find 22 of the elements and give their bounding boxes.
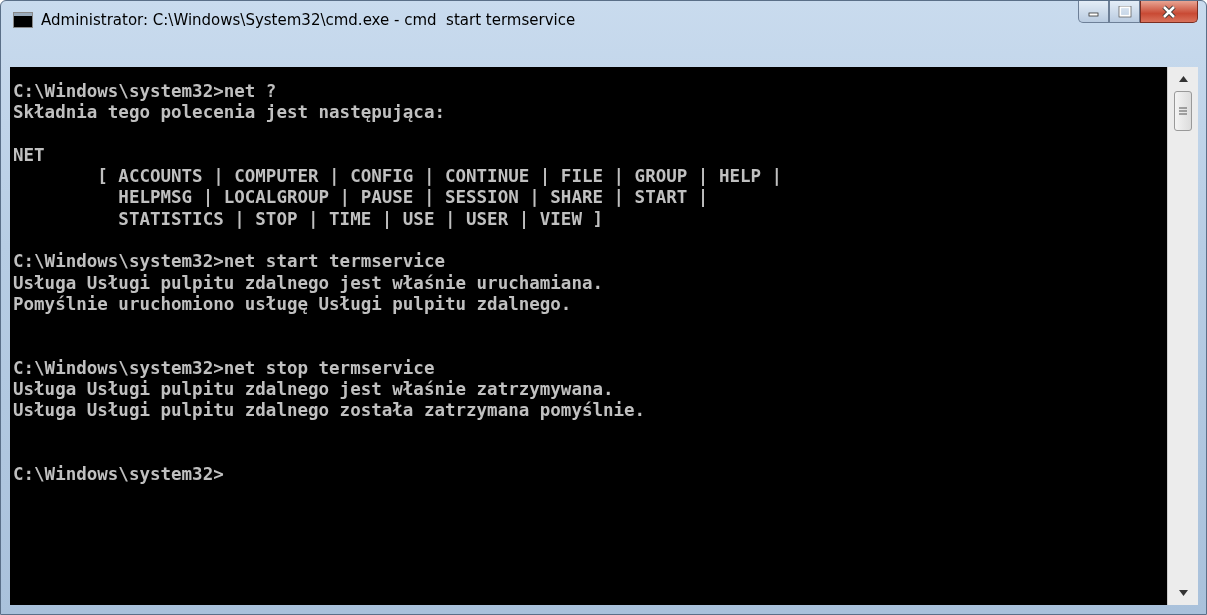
console-line: NET: [13, 144, 45, 165]
console-line: Pomyślnie uruchomiono usługę Usługi pulpitu zdalnego.: [13, 293, 572, 314]
close-button[interactable]: [1140, 1, 1198, 23]
maximize-icon: [1117, 5, 1132, 18]
scroll-thumb[interactable]: [1174, 91, 1192, 131]
console-line: C:\Windows\system32>net stop termservice: [13, 357, 435, 378]
console-line: STATISTICS | STOP | TIME | USE | USER | VIEW ]: [117, 208, 603, 229]
console-line: HELPMSG | LOCALGROUP | PAUSE | SESSION | SHARE | START |: [117, 187, 709, 208]
console-line: C:\Windows\system32>net start termservice: [13, 251, 445, 272]
console-line: C:\Windows\system32>net ?: [13, 81, 277, 101]
close-icon: [1161, 4, 1177, 19]
console-icon: [13, 12, 33, 28]
maximize-button[interactable]: [1109, 1, 1140, 23]
console-line: Usługa Usługi pulpitu zdalnego jest właśnie uruchamiana.: [13, 272, 603, 293]
console-line: C:\Windows\system32>: [13, 464, 224, 485]
console-line: Usługa Usługi pulpitu zdalnego jest właśnie zatrzymywana.: [13, 379, 614, 400]
scrollbar[interactable]: [1167, 67, 1198, 605]
console-line: Usługa Usługi pulpitu zdalnego została zatrzymana pomyślnie.: [13, 400, 646, 421]
console-line: [ ACCOUNTS | COMPUTER | CONFIG | CONTINUE | FILE | GROUP | HELP |: [96, 166, 783, 187]
window-title: Administrator: C:\Windows\System32\cmd.exe - cmd start termservice: [41, 11, 576, 29]
console-line: Składnia tego polecenia jest następująca:: [13, 102, 445, 123]
minimize-button[interactable]: [1078, 1, 1109, 23]
